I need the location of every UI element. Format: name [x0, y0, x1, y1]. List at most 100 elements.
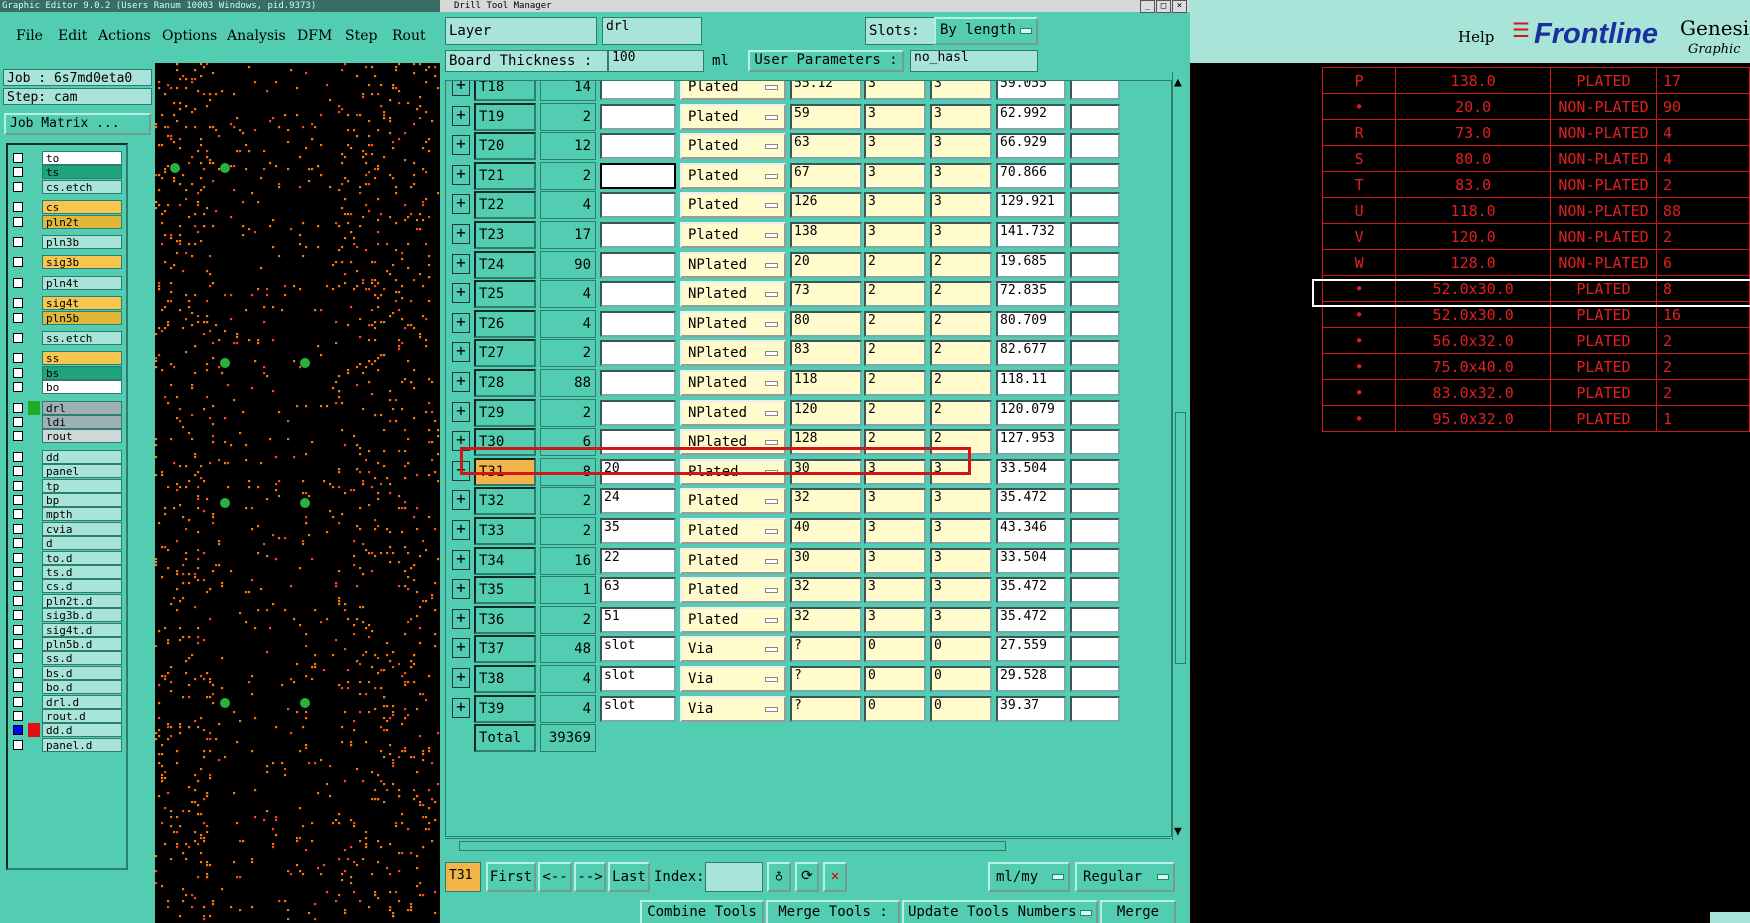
layer-color-swatch[interactable]	[28, 235, 40, 249]
layer-color-swatch[interactable]	[28, 579, 40, 594]
type-select[interactable]: Plated	[680, 606, 786, 633]
layer-name[interactable]: drl	[42, 400, 122, 415]
layer-name[interactable]: pln3b	[42, 235, 122, 249]
last-button[interactable]: Last	[608, 862, 650, 892]
fhs-input[interactable]: 63	[600, 577, 676, 604]
max-tol-input[interactable]: 3	[930, 547, 992, 574]
layer-row-rout-d[interactable]: rout.d	[10, 709, 122, 723]
layer-row-bs-d[interactable]: bs.d	[10, 665, 122, 680]
min-tol-input[interactable]: 3	[864, 547, 926, 574]
layer-color-swatch[interactable]	[28, 593, 40, 608]
tool-name[interactable]: T27	[474, 339, 536, 368]
layer-row-mpth[interactable]: mpth	[10, 507, 122, 522]
layer-color-swatch[interactable]	[28, 165, 40, 180]
layer-row-bp[interactable]: bp	[10, 493, 122, 507]
scroll-up-icon[interactable]: ▲	[1174, 75, 1184, 90]
layer-name[interactable]: cs	[42, 200, 122, 215]
drill-size-input[interactable]: 32	[790, 577, 862, 604]
drill-size-input[interactable]: 30	[790, 547, 862, 574]
layer-checkbox[interactable]	[13, 610, 23, 621]
expand-icon[interactable]: +	[452, 401, 470, 422]
drill-size-input[interactable]: 32	[790, 488, 862, 515]
type-select[interactable]: Plated	[680, 488, 786, 515]
min-tol-input[interactable]: 3	[864, 162, 926, 189]
finish-size-input[interactable]: 118.11	[996, 370, 1066, 396]
type-select[interactable]: NPlated	[680, 340, 786, 367]
layer-color-swatch[interactable]	[28, 449, 40, 464]
user-parameters-button[interactable]: User Parameters :	[748, 50, 904, 72]
extra-input[interactable]	[1070, 81, 1120, 100]
extra-input[interactable]	[1070, 695, 1120, 722]
min-tol-input[interactable]: 3	[864, 103, 926, 130]
extra-input[interactable]	[1070, 458, 1120, 485]
drill-size-input[interactable]: 80	[790, 310, 862, 337]
min-tol-input[interactable]: 2	[864, 370, 926, 396]
tool-name[interactable]: T28	[474, 369, 536, 397]
layer-name[interactable]: bo.d	[42, 680, 122, 695]
slots-select[interactable]: By length	[934, 17, 1038, 45]
layer-color-swatch[interactable]	[28, 351, 40, 366]
expand-icon[interactable]: +	[452, 164, 470, 185]
layer-row-bs[interactable]: bs	[10, 365, 122, 380]
drill-size-input[interactable]: ?	[790, 636, 862, 663]
type-select[interactable]: Via	[680, 695, 786, 722]
layer-name[interactable]: tp	[42, 478, 122, 493]
layer-row-pln5b[interactable]: pln5b	[10, 310, 122, 325]
layer-color-swatch[interactable]	[28, 200, 40, 215]
drill-size-input[interactable]: 83	[790, 340, 862, 367]
fhs-input[interactable]: 35	[600, 518, 676, 544]
layer-name[interactable]: sig4t.d	[42, 622, 122, 637]
layer-color-swatch[interactable]	[28, 680, 40, 695]
max-tol-input[interactable]: 3	[930, 192, 992, 219]
layer-row-ldi[interactable]: ldi	[10, 415, 122, 429]
extra-input[interactable]	[1070, 547, 1120, 574]
min-tol-input[interactable]: 0	[864, 666, 926, 692]
tool-name[interactable]: T23	[474, 221, 536, 249]
expand-icon[interactable]: +	[452, 697, 470, 718]
fhs-input[interactable]	[600, 370, 676, 396]
max-tol-input[interactable]: 2	[930, 340, 992, 367]
finish-size-input[interactable]: 82.677	[996, 340, 1066, 367]
layer-checkbox[interactable]	[13, 624, 23, 635]
combine-tools-button[interactable]: Combine Tools	[640, 900, 764, 923]
menu-analysis[interactable]: Analysis	[227, 28, 286, 44]
layer-checkbox[interactable]	[13, 739, 23, 750]
layer-checkbox[interactable]	[13, 202, 23, 213]
max-tol-input[interactable]: 3	[930, 488, 992, 515]
layer-checkbox[interactable]	[13, 581, 23, 592]
vertical-scrollbar[interactable]: ▲ ▼	[1172, 72, 1187, 840]
layer-checkbox[interactable]	[13, 417, 23, 427]
drill-size-input[interactable]: 40	[790, 518, 862, 544]
fhs-input[interactable]: slot	[600, 636, 676, 663]
min-tol-input[interactable]: 3	[864, 577, 926, 604]
type-select[interactable]: Plated	[680, 547, 786, 574]
expand-icon[interactable]: +	[452, 608, 470, 629]
layer-checkbox[interactable]	[13, 431, 23, 442]
thickness-input[interactable]: 100	[608, 50, 704, 72]
menu-actions[interactable]: Actions	[98, 28, 151, 44]
layer-checkbox[interactable]	[13, 538, 23, 549]
tool-name[interactable]: T29	[474, 398, 536, 427]
layer-checkbox[interactable]	[13, 480, 23, 491]
layer-color-swatch[interactable]	[28, 151, 40, 165]
finish-size-input[interactable]: 127.953	[996, 429, 1066, 456]
finish-size-input[interactable]: 59.055	[996, 81, 1066, 100]
fhs-input[interactable]	[600, 103, 676, 130]
min-tol-input[interactable]: 2	[864, 399, 926, 426]
extra-input[interactable]	[1070, 310, 1120, 337]
expand-icon[interactable]: +	[452, 490, 470, 511]
layer-name[interactable]: ss.etch	[42, 331, 122, 345]
minimize-icon[interactable]: _	[1140, 0, 1155, 13]
finish-size-input[interactable]: 120.079	[996, 399, 1066, 426]
layer-name[interactable]: bo	[42, 380, 122, 395]
layer-row-pln3b[interactable]: pln3b	[10, 235, 122, 249]
drill-size-input[interactable]: 59	[790, 103, 862, 130]
layer-row-bo-d[interactable]: bo.d	[10, 680, 122, 695]
layer-checkbox[interactable]	[13, 696, 23, 707]
min-tol-input[interactable]: 2	[864, 310, 926, 337]
layer-name[interactable]: panel	[42, 464, 122, 479]
pcb-canvas[interactable]	[155, 63, 440, 923]
max-tol-input[interactable]: 3	[930, 133, 992, 160]
layer-checkbox[interactable]	[13, 181, 23, 192]
layer-color-swatch[interactable]	[28, 651, 40, 666]
